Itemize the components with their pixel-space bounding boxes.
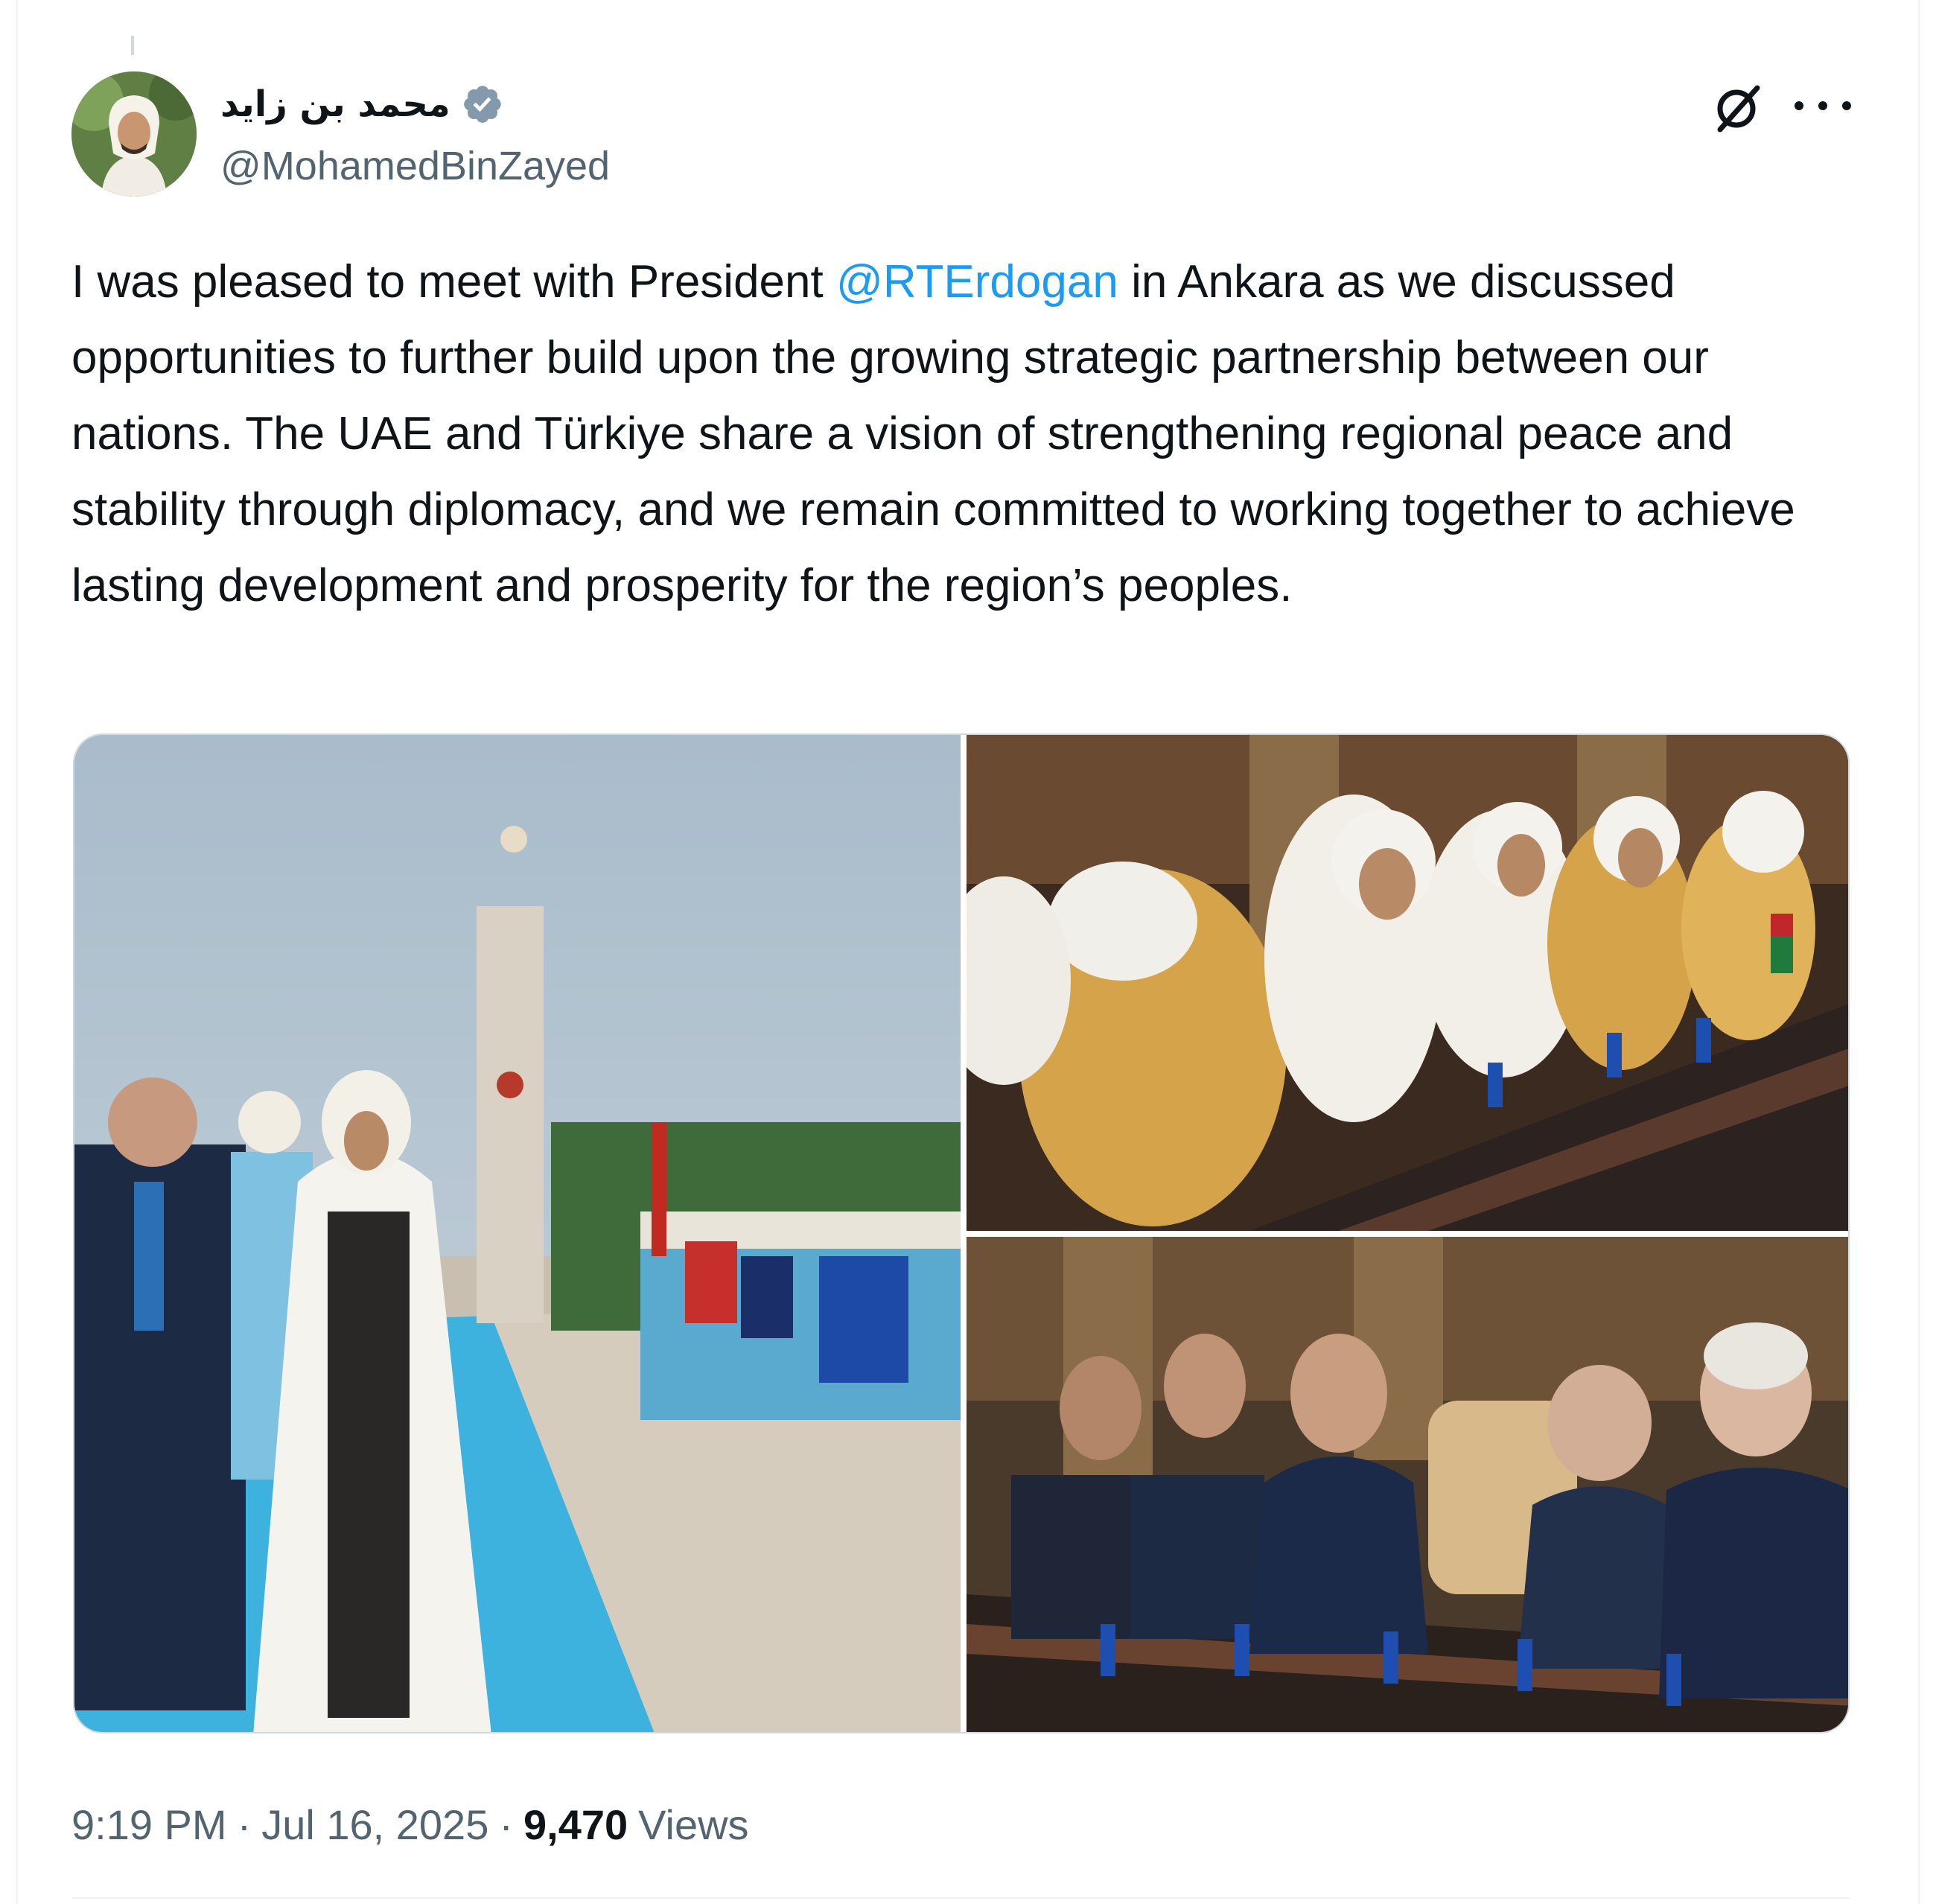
tweet-text: I was pleased to meet with President @RT… — [71, 244, 1873, 624]
dot-icon — [1818, 101, 1827, 110]
dot-icon — [1842, 101, 1851, 110]
dot-icon — [1795, 101, 1803, 110]
media-grid[interactable] — [73, 733, 1850, 1733]
meta-separator: · — [499, 1800, 514, 1848]
divider — [71, 1897, 1850, 1899]
tweet-time[interactable]: 9:19 PM — [71, 1800, 227, 1849]
tweet-text-part-1: I was pleased to meet with President — [71, 256, 836, 308]
tweet-meta: 9:19 PM · Jul 16, 2025 · 9,470 Views — [71, 1795, 749, 1854]
verified-badge-icon[interactable] — [461, 83, 504, 126]
author-handle[interactable]: @MohamedBinZayed — [220, 143, 610, 189]
mention-link[interactable]: @RTErdogan — [836, 256, 1118, 308]
thread-line — [131, 36, 134, 55]
photo-uae-delegation[interactable] — [967, 735, 1850, 1231]
tweet-date[interactable]: Jul 16, 2025 — [261, 1800, 488, 1849]
grok-icon[interactable] — [1710, 80, 1765, 136]
photo-guard-of-honor[interactable] — [74, 735, 961, 1733]
tweet-text-part-2: in Ankara as we discussed opportunities … — [71, 256, 1795, 611]
author-name-row[interactable]: محمد بن زايد — [220, 80, 504, 128]
views-count: 9,470 — [523, 1800, 628, 1848]
views-label: Views — [638, 1800, 749, 1848]
more-options-icon[interactable] — [1795, 83, 1851, 128]
display-name[interactable]: محمد بن زايد — [220, 83, 450, 125]
photo-turkish-delegation[interactable] — [967, 1237, 1850, 1733]
avatar[interactable] — [71, 71, 197, 197]
meta-separator: · — [237, 1800, 252, 1848]
